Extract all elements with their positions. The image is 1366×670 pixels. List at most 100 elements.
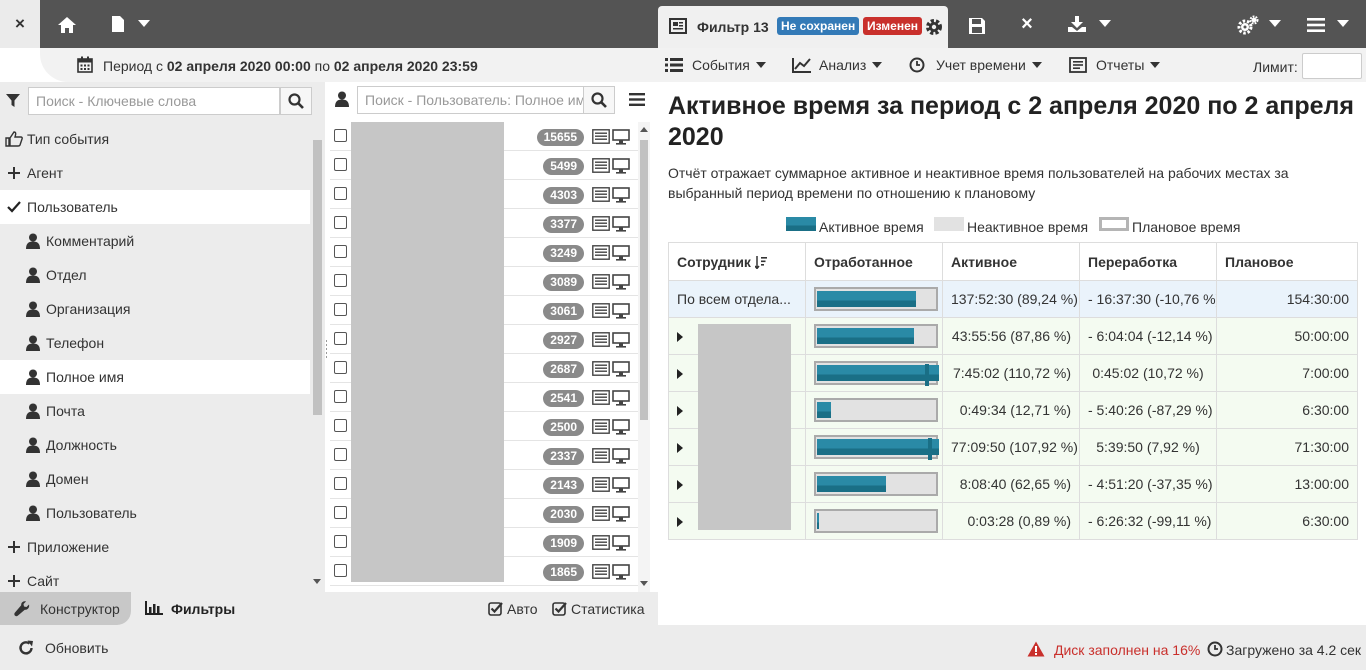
filter-category-item[interactable]: Должность (0, 428, 310, 462)
download-icon[interactable] (1066, 14, 1088, 34)
details-icon[interactable] (592, 361, 610, 376)
summary-row[interactable]: По всем отдела... 137:52:30 (89,24 %) - … (668, 280, 1358, 318)
user-value-checkbox[interactable] (334, 390, 347, 403)
user-value-checkbox[interactable] (334, 361, 347, 374)
download-chevron-down-icon[interactable] (1098, 19, 1112, 29)
user-row-actions[interactable] (592, 158, 630, 174)
gear-icon[interactable] (924, 17, 944, 37)
expand-row-icon[interactable] (677, 443, 683, 454)
filter-category-item[interactable]: Полное имя (0, 360, 310, 394)
user-row-actions[interactable] (592, 303, 630, 319)
details-icon[interactable] (592, 158, 610, 173)
filter-category-item[interactable]: Агент (0, 156, 310, 190)
user-row-actions[interactable] (592, 564, 630, 580)
user-value-checkbox[interactable] (334, 216, 347, 229)
statistics-label[interactable]: Статистика (571, 601, 645, 618)
user-row-actions[interactable] (592, 245, 630, 261)
details-icon[interactable] (592, 303, 610, 318)
monitor-icon[interactable] (612, 129, 630, 145)
user-row-actions[interactable] (592, 535, 630, 551)
monitor-icon[interactable] (612, 361, 630, 377)
left-scrollbar-thumb[interactable] (313, 140, 322, 415)
monitor-icon[interactable] (612, 303, 630, 319)
mid-scroll-up-icon[interactable] (640, 127, 648, 132)
user-value-checkbox[interactable] (334, 187, 347, 200)
user-value-checkbox[interactable] (334, 129, 347, 142)
hamburger-menu-icon[interactable] (1305, 16, 1327, 34)
user-row-actions[interactable] (592, 216, 630, 232)
events-menu[interactable]: События (692, 56, 766, 74)
details-icon[interactable] (592, 245, 610, 260)
monitor-icon[interactable] (612, 216, 630, 232)
details-icon[interactable] (592, 535, 610, 550)
monitor-icon[interactable] (612, 506, 630, 522)
details-icon[interactable] (592, 187, 610, 202)
save-icon[interactable] (966, 15, 988, 37)
filter-category-item[interactable]: Телефон (0, 326, 310, 360)
details-icon[interactable] (592, 506, 610, 521)
monitor-icon[interactable] (612, 419, 630, 435)
expand-row-icon[interactable] (677, 480, 683, 491)
user-value-checkbox[interactable] (334, 448, 347, 461)
details-icon[interactable] (592, 129, 610, 144)
user-row-actions[interactable] (592, 129, 630, 145)
monitor-icon[interactable] (612, 535, 630, 551)
monitor-icon[interactable] (612, 158, 630, 174)
home-icon[interactable] (55, 14, 79, 36)
filter-category-item[interactable]: Комментарий (0, 224, 310, 258)
filter-category-item[interactable]: Тип события (0, 122, 310, 156)
monitor-icon[interactable] (612, 187, 630, 203)
user-value-checkbox[interactable] (334, 274, 347, 287)
time-tracking-menu[interactable]: Учет времени (936, 56, 1042, 74)
details-icon[interactable] (592, 419, 610, 434)
reports-menu[interactable]: Отчеты (1096, 56, 1161, 74)
expand-row-icon[interactable] (677, 406, 683, 417)
user-row-actions[interactable] (592, 274, 630, 290)
filter-category-item[interactable]: Домен (0, 462, 310, 496)
filter-category-item[interactable]: Отдел (0, 258, 310, 292)
left-scroll-down-icon[interactable] (313, 579, 321, 584)
user-value-checkbox[interactable] (334, 564, 347, 577)
mid-scroll-down-icon[interactable] (640, 581, 648, 586)
details-icon[interactable] (592, 564, 610, 579)
col-active[interactable]: Активное (942, 242, 1080, 281)
monitor-icon[interactable] (612, 448, 630, 464)
col-overtime[interactable]: Переработка (1079, 242, 1217, 281)
col-planned[interactable]: Плановое (1216, 242, 1358, 281)
main-menu-chevron-down-icon[interactable] (1336, 19, 1350, 29)
filter-category-item[interactable]: Организация (0, 292, 310, 326)
statistics-checkbox-checked-icon[interactable] (551, 600, 567, 616)
expand-row-icon[interactable] (677, 517, 683, 528)
user-row-actions[interactable] (592, 187, 630, 203)
user-value-checkbox[interactable] (334, 245, 347, 258)
user-value-checkbox[interactable] (334, 535, 347, 548)
mid-scrollbar-thumb[interactable] (640, 140, 648, 420)
details-icon[interactable] (592, 477, 610, 492)
user-value-checkbox[interactable] (334, 506, 347, 519)
limit-input[interactable] (1302, 53, 1362, 79)
filter-category-item[interactable]: Пользователь (0, 496, 310, 530)
user-row-actions[interactable] (592, 506, 630, 522)
monitor-icon[interactable] (612, 564, 630, 580)
filter-category-item[interactable]: Пользователь (0, 190, 310, 224)
filter-category-item[interactable]: Почта (0, 394, 310, 428)
details-icon[interactable] (592, 390, 610, 405)
settings-chevron-down-icon[interactable] (1268, 19, 1282, 29)
user-value-checkbox[interactable] (334, 477, 347, 490)
user-search-button[interactable] (583, 86, 615, 114)
refresh-button[interactable]: Обновить (45, 640, 108, 657)
user-search-input[interactable]: Поиск - Пользователь: Полное имя (357, 86, 586, 114)
monitor-icon[interactable] (612, 274, 630, 290)
auto-checkbox-checked-icon[interactable] (487, 600, 503, 616)
monitor-icon[interactable] (612, 390, 630, 406)
refresh-icon[interactable] (17, 639, 35, 657)
expand-row-icon[interactable] (677, 332, 683, 343)
user-value-checkbox[interactable] (334, 158, 347, 171)
user-row-actions[interactable] (592, 419, 630, 435)
user-row-actions[interactable] (592, 390, 630, 406)
settings-gears-icon[interactable] (1236, 14, 1260, 36)
details-icon[interactable] (592, 216, 610, 231)
filter-category-item[interactable]: Приложение (0, 530, 310, 564)
monitor-icon[interactable] (612, 245, 630, 261)
user-value-checkbox[interactable] (334, 419, 347, 432)
